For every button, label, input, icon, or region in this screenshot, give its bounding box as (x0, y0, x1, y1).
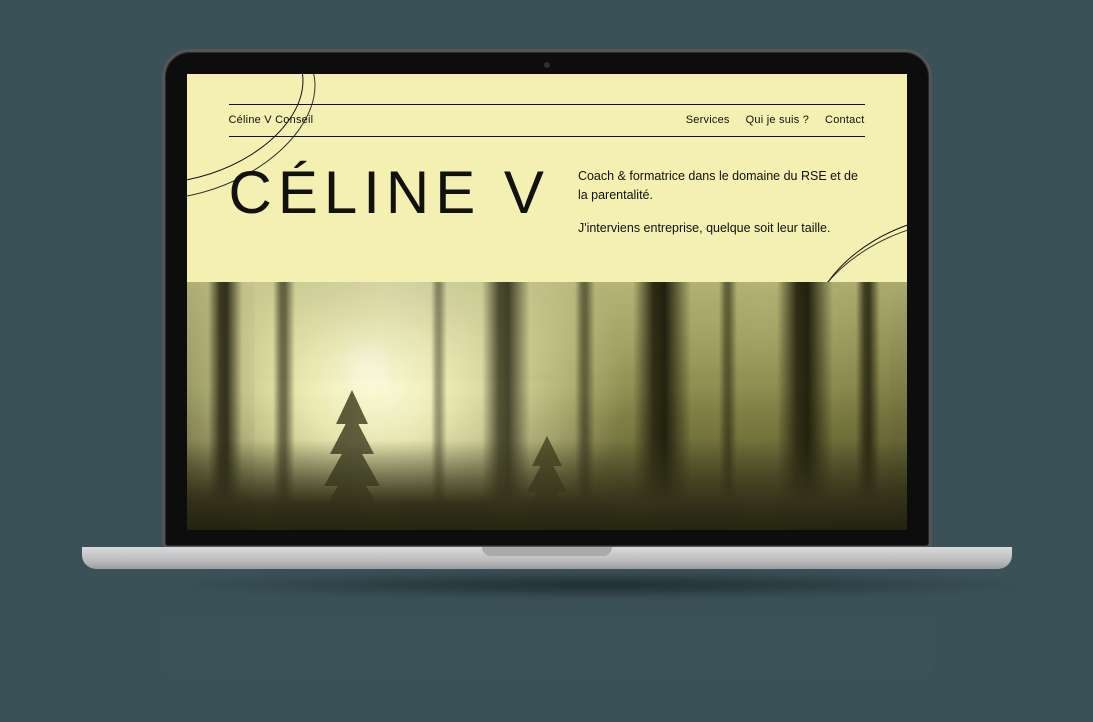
laptop-mockup: Céline V Conseil Services Qui je suis ? … (162, 49, 932, 673)
laptop-reflection (162, 593, 932, 673)
hero-line-2: J'interviens entreprise, quelque soit le… (578, 219, 865, 238)
brand-logo-text[interactable]: Céline V Conseil (229, 114, 314, 126)
nav-about[interactable]: Qui je suis ? (746, 114, 809, 126)
top-bar: Céline V Conseil Services Qui je suis ? … (229, 105, 865, 136)
website-page: Céline V Conseil Services Qui je suis ? … (187, 74, 907, 530)
hero-line-1: Coach & formatrice dans le domaine du RS… (578, 167, 865, 205)
nav-contact[interactable]: Contact (825, 114, 864, 126)
camera-dot (544, 62, 550, 68)
laptop-screen: Céline V Conseil Services Qui je suis ? … (187, 74, 907, 530)
primary-nav: Services Qui je suis ? Contact (686, 114, 865, 126)
laptop-base (82, 547, 1012, 569)
hero-image-forest (187, 282, 907, 530)
hero-title: CÉLINE V (229, 163, 550, 223)
hero-section: CÉLINE V Coach & formatrice dans le doma… (229, 137, 865, 237)
hero-copy: Coach & formatrice dans le domaine du RS… (578, 163, 865, 237)
nav-services[interactable]: Services (686, 114, 730, 126)
laptop-lid: Céline V Conseil Services Qui je suis ? … (162, 49, 932, 549)
